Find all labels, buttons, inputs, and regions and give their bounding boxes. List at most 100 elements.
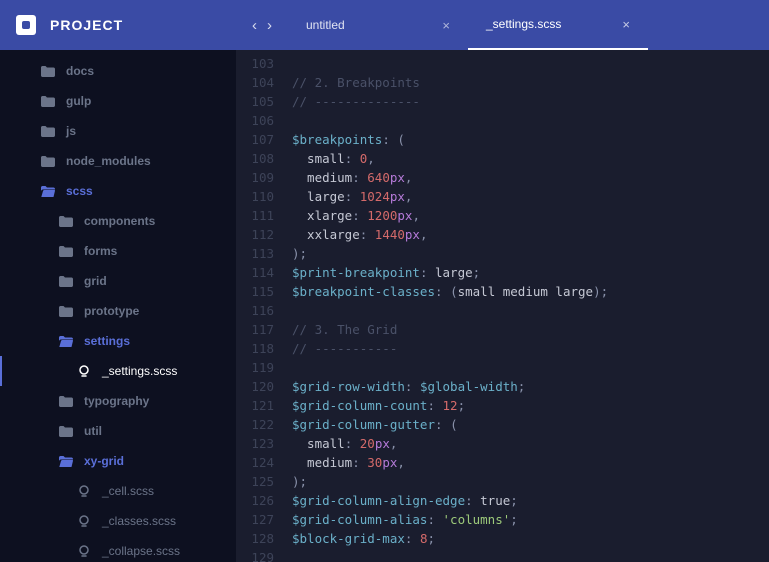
code-line[interactable]: $print-breakpoint: large; (292, 263, 769, 282)
code-line[interactable]: $grid-column-alias: 'columns'; (292, 510, 769, 529)
nav-back-icon[interactable]: ‹ (252, 17, 257, 34)
tree-folder[interactable]: xy-grid (0, 446, 236, 476)
code-line[interactable]: // 2. Breakpoints (292, 73, 769, 92)
file-tree-sidebar[interactable]: docs gulp js node_modulesscss components form… (0, 50, 236, 562)
tree-item-label: xy-grid (84, 454, 124, 468)
tab[interactable]: _settings.scss × (468, 0, 648, 50)
tree-file[interactable]: _classes.scss (0, 506, 236, 536)
tree-folder[interactable]: node_modules (0, 146, 236, 176)
code-line[interactable]: $grid-column-count: 12; (292, 396, 769, 415)
folder-icon (40, 66, 56, 77)
line-number: 119 (236, 358, 274, 377)
logo-section: PROJECT (0, 15, 236, 35)
code-line[interactable]: $grid-column-align-edge: true; (292, 491, 769, 510)
line-number: 128 (236, 529, 274, 548)
tree-folder[interactable]: typography (0, 386, 236, 416)
line-number: 121 (236, 396, 274, 415)
folder-icon (58, 426, 74, 437)
tree-file[interactable]: _cell.scss (0, 476, 236, 506)
tree-folder[interactable]: grid (0, 266, 236, 296)
code-line[interactable] (292, 358, 769, 377)
code-line[interactable]: $breakpoints: ( (292, 130, 769, 149)
app-logo-icon[interactable] (16, 15, 36, 35)
tree-item-label: _collapse.scss (102, 544, 180, 558)
tree-folder[interactable]: scss (0, 176, 236, 206)
line-number: 114 (236, 263, 274, 282)
code-line[interactable]: xlarge: 1200px, (292, 206, 769, 225)
code-content[interactable]: // 2. Breakpoints// -------------- $brea… (292, 50, 769, 562)
folder-icon (58, 306, 74, 317)
code-line[interactable]: $grid-row-width: $global-width; (292, 377, 769, 396)
header-bar: PROJECT ‹ › untitled × _settings.scss × (0, 0, 769, 50)
tab-label: _settings.scss (486, 17, 561, 31)
code-line[interactable]: small: 0, (292, 149, 769, 168)
code-line[interactable]: large: 1024px, (292, 187, 769, 206)
line-number: 108 (236, 149, 274, 168)
line-number: 115 (236, 282, 274, 301)
folder-icon (58, 396, 74, 407)
folder-icon (40, 96, 56, 107)
code-line[interactable]: small: 20px, (292, 434, 769, 453)
folder-open-icon (40, 186, 56, 197)
line-number: 117 (236, 320, 274, 339)
line-number: 103 (236, 54, 274, 73)
folder-icon (58, 276, 74, 287)
code-line[interactable]: ); (292, 472, 769, 491)
tree-item-label: settings (84, 334, 130, 348)
tree-file[interactable]: _settings.scss (0, 356, 236, 386)
tree-item-label: scss (66, 184, 93, 198)
code-line[interactable] (292, 54, 769, 73)
folder-open-icon (58, 336, 74, 347)
tree-item-label: node_modules (66, 154, 151, 168)
line-number: 107 (236, 130, 274, 149)
line-number: 122 (236, 415, 274, 434)
file-icon (76, 545, 92, 557)
line-number: 106 (236, 111, 274, 130)
tree-folder[interactable]: settings (0, 326, 236, 356)
line-number: 126 (236, 491, 274, 510)
folder-open-icon (58, 456, 74, 467)
code-line[interactable]: xxlarge: 1440px, (292, 225, 769, 244)
tree-item-label: prototype (84, 304, 139, 318)
line-number: 112 (236, 225, 274, 244)
tree-item-label: forms (84, 244, 117, 258)
tab-label: untitled (306, 18, 345, 32)
code-line[interactable]: medium: 640px, (292, 168, 769, 187)
code-line[interactable]: // ----------- (292, 339, 769, 358)
tree-folder[interactable]: components (0, 206, 236, 236)
code-line[interactable] (292, 548, 769, 562)
tree-item-label: docs (66, 64, 94, 78)
tree-file[interactable]: _collapse.scss (0, 536, 236, 562)
line-number: 127 (236, 510, 274, 529)
line-number: 111 (236, 206, 274, 225)
project-title[interactable]: PROJECT (50, 17, 123, 33)
code-line[interactable] (292, 111, 769, 130)
code-line[interactable]: $grid-column-gutter: ( (292, 415, 769, 434)
tree-item-label: _cell.scss (102, 484, 154, 498)
code-line[interactable]: $block-grid-max: 8; (292, 529, 769, 548)
tab-bar: untitled × _settings.scss × (288, 0, 648, 50)
tree-item-label: _classes.scss (102, 514, 176, 528)
tree-folder[interactable]: js (0, 116, 236, 146)
code-line[interactable]: // -------------- (292, 92, 769, 111)
nav-forward-icon[interactable]: › (267, 17, 272, 34)
code-line[interactable]: // 3. The Grid (292, 320, 769, 339)
tree-folder[interactable]: gulp (0, 86, 236, 116)
tree-folder[interactable]: forms (0, 236, 236, 266)
folder-icon (58, 246, 74, 257)
code-line[interactable]: ); (292, 244, 769, 263)
tab[interactable]: untitled × (288, 0, 468, 50)
tree-folder[interactable]: docs (0, 56, 236, 86)
code-line[interactable] (292, 301, 769, 320)
tree-folder[interactable]: prototype (0, 296, 236, 326)
tree-folder[interactable]: util (0, 416, 236, 446)
code-editor[interactable]: 1031041051061071081091101111121131141151… (236, 50, 769, 562)
close-icon[interactable]: × (622, 17, 630, 32)
code-line[interactable]: $breakpoint-classes: (small medium large… (292, 282, 769, 301)
code-line[interactable]: medium: 30px, (292, 453, 769, 472)
line-number: 129 (236, 548, 274, 562)
tree-item-label: js (66, 124, 76, 138)
close-icon[interactable]: × (442, 18, 450, 33)
line-number: 125 (236, 472, 274, 491)
tree-item-label: _settings.scss (102, 364, 177, 378)
